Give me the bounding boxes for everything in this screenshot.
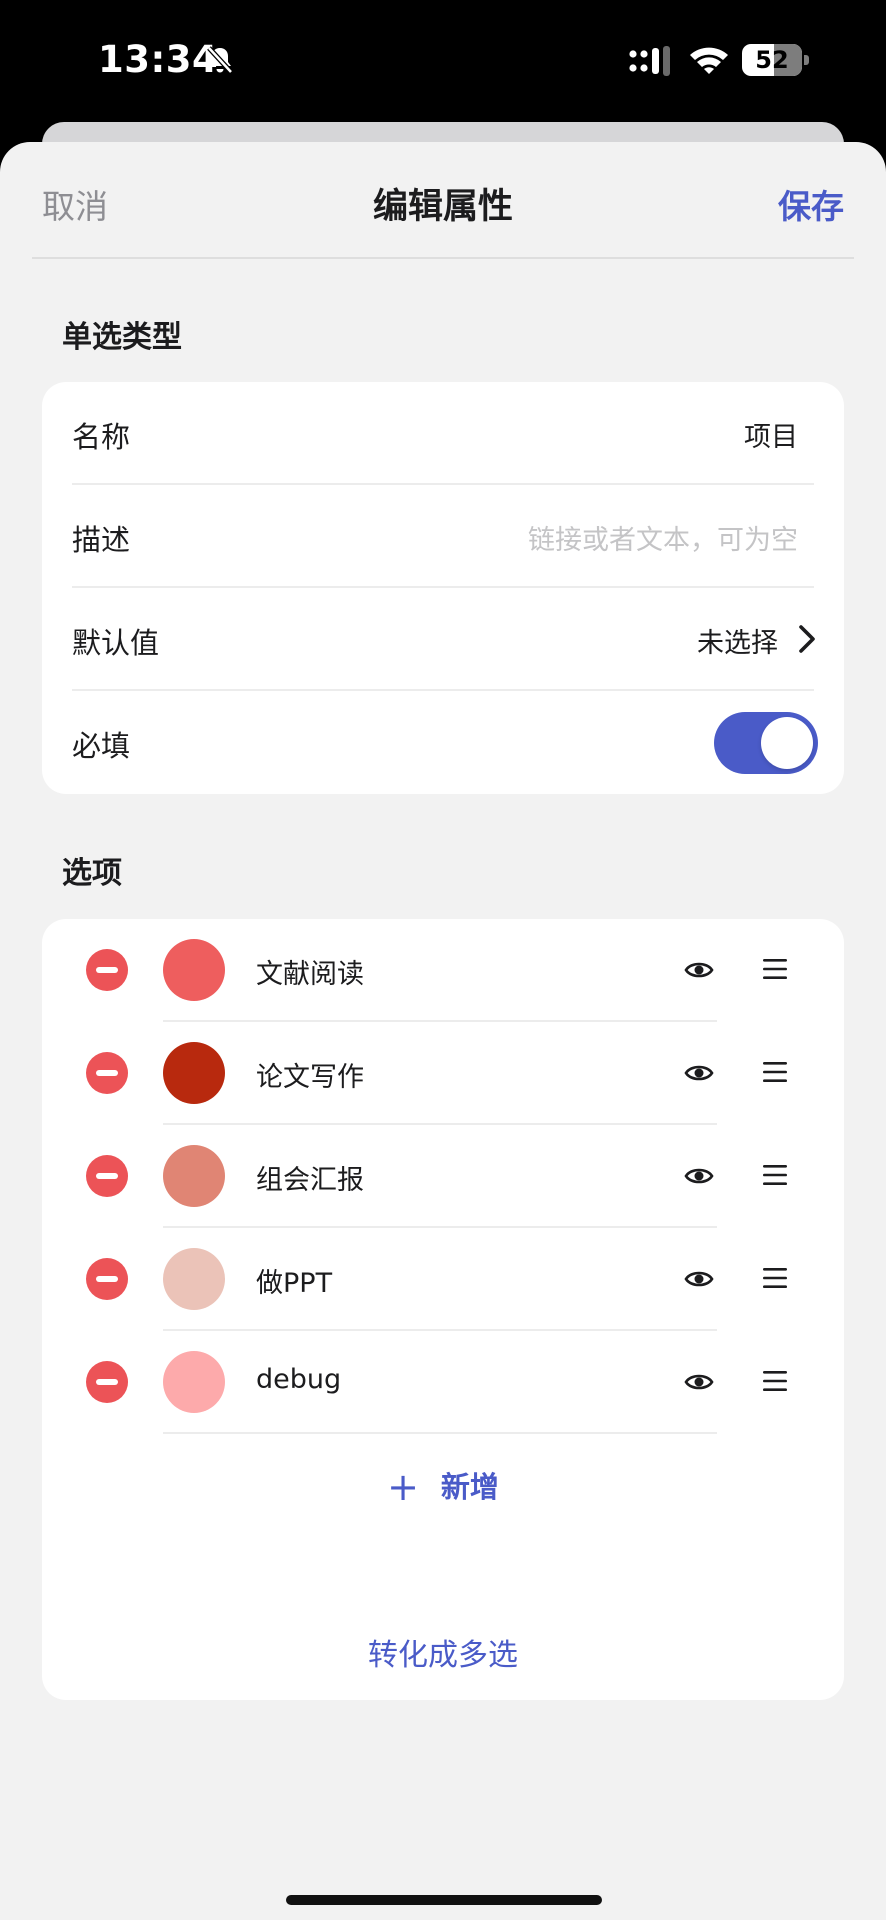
option-row: 文献阅读 <box>42 919 844 1022</box>
drag-handle-icon[interactable] <box>763 1370 787 1392</box>
required-row: 必填 <box>42 691 844 794</box>
option-color-swatch[interactable] <box>163 1351 225 1413</box>
save-button[interactable]: 保存 <box>778 180 844 228</box>
description-row[interactable]: 描述 链接或者文本，可为空 <box>42 485 844 588</box>
option-row: 做PPT <box>42 1228 844 1331</box>
eye-icon[interactable] <box>684 1367 714 1397</box>
status-time: 13:34 <box>98 38 219 81</box>
description-input[interactable]: 链接或者文本，可为空 <box>528 518 798 557</box>
section-title-options: 选项 <box>62 856 122 891</box>
remove-option-button[interactable] <box>86 1258 128 1300</box>
edit-property-sheet: 取消 编辑属性 保存 单选类型 名称 项目 描述 链接或者文本，可为空 默认值 … <box>0 142 886 1920</box>
options-card: 文献阅读 论文写作 组会汇报 做PPT debug + 新增 <box>42 919 844 1677</box>
remove-option-button[interactable] <box>86 1361 128 1403</box>
chevron-right-icon <box>799 625 815 653</box>
properties-card: 名称 项目 描述 链接或者文本，可为空 默认值 未选择 必填 <box>42 382 844 794</box>
eye-icon[interactable] <box>684 1058 714 1088</box>
eye-icon[interactable] <box>684 1264 714 1294</box>
add-option-label: 新增 <box>440 1470 499 1504</box>
page-title: 编辑属性 <box>372 187 513 227</box>
add-option-button[interactable]: + 新增 <box>42 1434 844 1534</box>
option-color-swatch[interactable] <box>163 1145 225 1207</box>
drag-handle-icon[interactable] <box>763 1164 787 1186</box>
remove-option-button[interactable] <box>86 1052 128 1094</box>
name-value[interactable]: 项目 <box>744 415 798 454</box>
option-label[interactable]: debug <box>256 1364 341 1395</box>
remove-option-button[interactable] <box>86 1155 128 1197</box>
option-color-swatch[interactable] <box>163 1248 225 1310</box>
home-indicator <box>286 1895 602 1905</box>
plus-icon: + <box>387 1465 419 1509</box>
default-value-row[interactable]: 默认值 未选择 <box>42 588 844 691</box>
option-label[interactable]: 论文写作 <box>256 1055 364 1094</box>
option-label[interactable]: 组会汇报 <box>256 1158 364 1197</box>
convert-multiselect-button[interactable]: 转化成多选 <box>42 1598 844 1700</box>
required-label: 必填 <box>72 729 131 763</box>
name-label: 名称 <box>72 420 131 454</box>
wifi-icon <box>690 47 728 74</box>
default-value: 未选择 <box>697 628 778 659</box>
option-row: debug <box>42 1331 844 1434</box>
option-row: 论文写作 <box>42 1022 844 1125</box>
eye-icon[interactable] <box>684 955 714 985</box>
nav-bar: 取消 编辑属性 保存 <box>0 142 886 259</box>
toggle-knob <box>761 717 813 769</box>
drag-handle-icon[interactable] <box>763 1267 787 1289</box>
cellular-signal-icon <box>629 46 670 76</box>
nav-divider <box>32 257 854 259</box>
option-label[interactable]: 文献阅读 <box>256 952 364 991</box>
option-color-swatch[interactable] <box>163 939 225 1001</box>
option-label[interactable]: 做PPT <box>256 1261 332 1300</box>
convert-label: 转化成多选 <box>368 1638 518 1673</box>
description-label: 描述 <box>72 523 131 557</box>
battery-level: 52 <box>755 46 789 74</box>
name-row[interactable]: 名称 项目 <box>42 382 844 485</box>
bell-muted-icon <box>207 46 233 74</box>
remove-option-button[interactable] <box>86 949 128 991</box>
status-bar: 13:34 52 <box>0 0 886 120</box>
cancel-button[interactable]: 取消 <box>42 180 108 228</box>
option-row: 组会汇报 <box>42 1125 844 1228</box>
battery-indicator: 52 <box>742 44 810 76</box>
section-title-type: 单选类型 <box>62 320 182 355</box>
required-toggle[interactable] <box>714 712 818 774</box>
drag-handle-icon[interactable] <box>763 958 787 980</box>
drag-handle-icon[interactable] <box>763 1061 787 1083</box>
eye-icon[interactable] <box>684 1161 714 1191</box>
default-value-label: 默认值 <box>72 626 160 660</box>
option-color-swatch[interactable] <box>163 1042 225 1104</box>
